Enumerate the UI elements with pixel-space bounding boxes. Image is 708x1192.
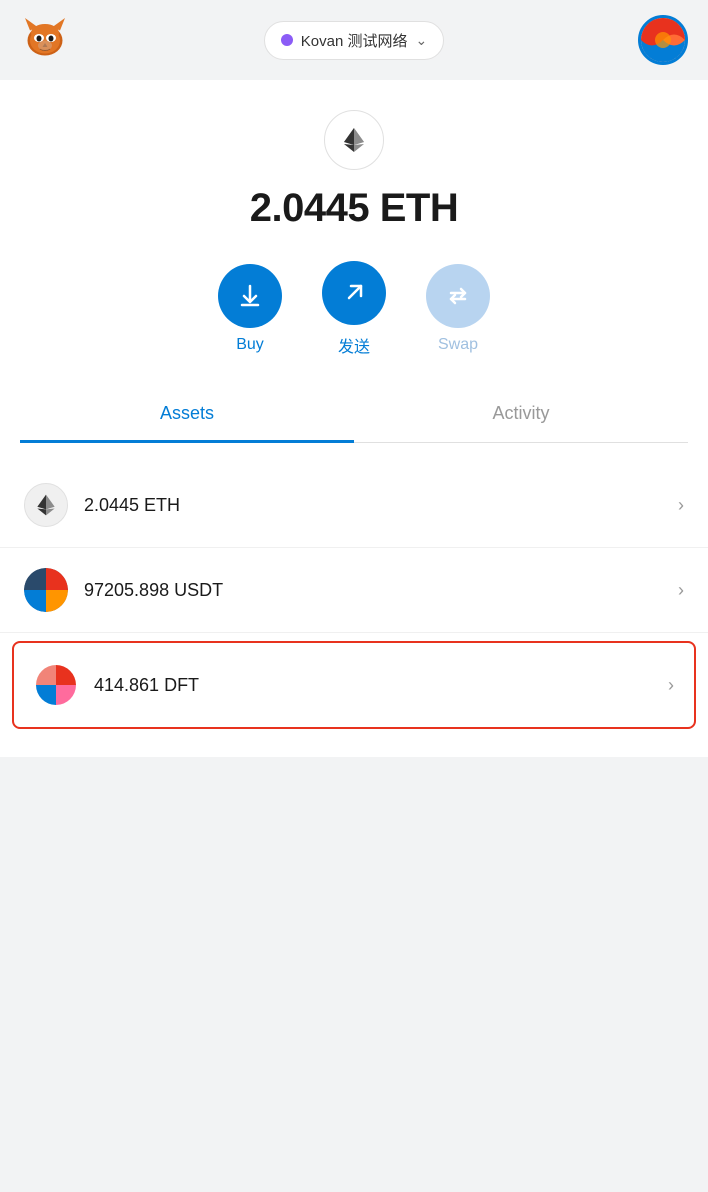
usdt-amount: 97205.898 USDT bbox=[84, 580, 223, 600]
buy-button-circle bbox=[218, 264, 282, 328]
dft-chevron-icon: › bbox=[668, 675, 674, 696]
eth-asset-info: 2.0445 ETH bbox=[84, 495, 678, 516]
swap-icon bbox=[445, 283, 471, 309]
network-selector[interactable]: Kovan 测试网络 ⌄ bbox=[264, 21, 444, 60]
balance-section: 2.0445 ETH Buy bbox=[0, 80, 708, 463]
send-icon bbox=[341, 280, 367, 306]
send-button[interactable]: 发送 bbox=[322, 261, 386, 357]
eth-asset-icon bbox=[24, 483, 68, 527]
dft-icon bbox=[34, 663, 78, 707]
avatar-image bbox=[641, 18, 685, 62]
chevron-down-icon: ⌄ bbox=[415, 32, 427, 49]
send-label: 发送 bbox=[338, 333, 370, 357]
swap-button[interactable]: Swap bbox=[426, 264, 490, 354]
tab-assets[interactable]: Assets bbox=[20, 387, 354, 443]
swap-button-circle bbox=[426, 264, 490, 328]
action-buttons: Buy 发送 bbox=[218, 261, 490, 357]
usdt-asset-icon bbox=[24, 568, 68, 612]
header: Kovan 测试网络 ⌄ bbox=[0, 0, 708, 80]
swap-label: Swap bbox=[438, 336, 478, 354]
eth-icon bbox=[33, 492, 59, 518]
tab-activity[interactable]: Activity bbox=[354, 387, 688, 443]
tabs: Assets Activity bbox=[20, 387, 688, 443]
account-avatar[interactable] bbox=[638, 15, 688, 65]
usdt-asset-info: 97205.898 USDT bbox=[84, 580, 678, 601]
usdt-chevron-icon: › bbox=[678, 580, 684, 601]
network-name: Kovan 测试网络 bbox=[301, 30, 408, 51]
metamask-logo[interactable] bbox=[20, 13, 70, 68]
dft-asset-icon bbox=[34, 663, 78, 707]
asset-item-dft[interactable]: 414.861 DFT › bbox=[12, 641, 696, 729]
download-icon bbox=[237, 283, 263, 309]
usdt-icon bbox=[24, 568, 68, 612]
buy-button[interactable]: Buy bbox=[218, 264, 282, 354]
send-button-circle bbox=[322, 261, 386, 325]
asset-item-eth[interactable]: 2.0445 ETH › bbox=[0, 463, 708, 548]
eth-chevron-icon: › bbox=[678, 495, 684, 516]
dft-amount: 414.861 DFT bbox=[94, 675, 199, 695]
network-status-dot bbox=[281, 34, 293, 46]
eth-token-icon bbox=[324, 110, 384, 170]
dft-asset-info: 414.861 DFT bbox=[94, 675, 668, 696]
asset-item-usdt[interactable]: 97205.898 USDT › bbox=[0, 548, 708, 633]
assets-list: 2.0445 ETH › 97205.898 USDT bbox=[0, 463, 708, 729]
eth-logo-icon bbox=[339, 125, 369, 155]
eth-amount: 2.0445 ETH bbox=[84, 495, 180, 515]
main-content: 2.0445 ETH Buy bbox=[0, 80, 708, 757]
buy-label: Buy bbox=[236, 336, 264, 354]
balance-amount: 2.0445 ETH bbox=[250, 186, 458, 231]
